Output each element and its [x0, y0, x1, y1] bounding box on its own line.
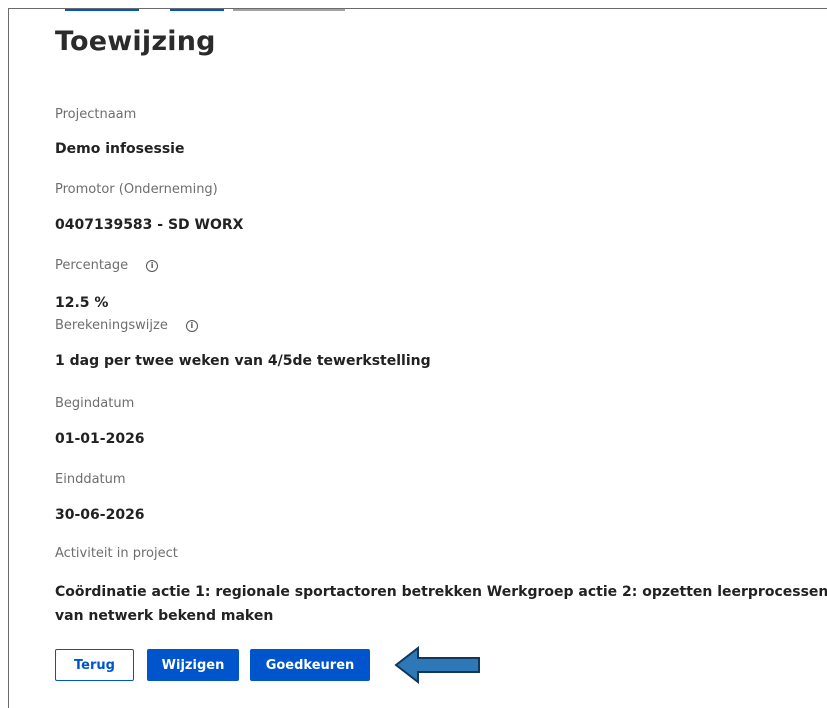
info-icon[interactable]: i: [185, 320, 198, 332]
breadcrumb-text-cropped: [233, 9, 345, 17]
end-date-value: 30-06-2026: [55, 507, 145, 523]
breadcrumb-link-cropped[interactable]: [170, 9, 224, 17]
breadcrumb-link-cropped[interactable]: [65, 9, 139, 17]
percentage-value: 12.5 %: [55, 295, 109, 311]
project-name-value: Demo infosessie: [55, 141, 185, 157]
percentage-label-row: Percentage i: [55, 258, 159, 273]
end-date-label: Einddatum: [55, 472, 126, 487]
pointer-arrow-icon: [394, 646, 480, 684]
calculation-label-row: Berekeningswijze i: [55, 318, 198, 333]
start-date-value: 01-01-2026: [55, 431, 145, 447]
percentage-label: Percentage: [55, 258, 129, 273]
back-button[interactable]: Terug: [55, 649, 134, 681]
calculation-value: 1 dag per twee weken van 4/5de tewerkste…: [55, 353, 431, 369]
activity-value: Coördinatie actie 1: regionale sportacto…: [55, 584, 827, 624]
info-icon[interactable]: i: [146, 260, 159, 272]
edit-button[interactable]: Wijzigen: [147, 649, 239, 681]
activity-label: Activiteit in project: [55, 546, 178, 561]
start-date-label: Begindatum: [55, 396, 135, 411]
calculation-label: Berekeningswijze: [55, 318, 168, 333]
promotor-value: 0407139583 - SD WORX: [55, 217, 244, 233]
page-title: Toewijzing: [55, 26, 216, 57]
project-name-label: Projectnaam: [55, 107, 137, 122]
promotor-label: Promotor (Onderneming): [55, 182, 218, 197]
approve-button[interactable]: Goedkeuren: [250, 649, 370, 681]
